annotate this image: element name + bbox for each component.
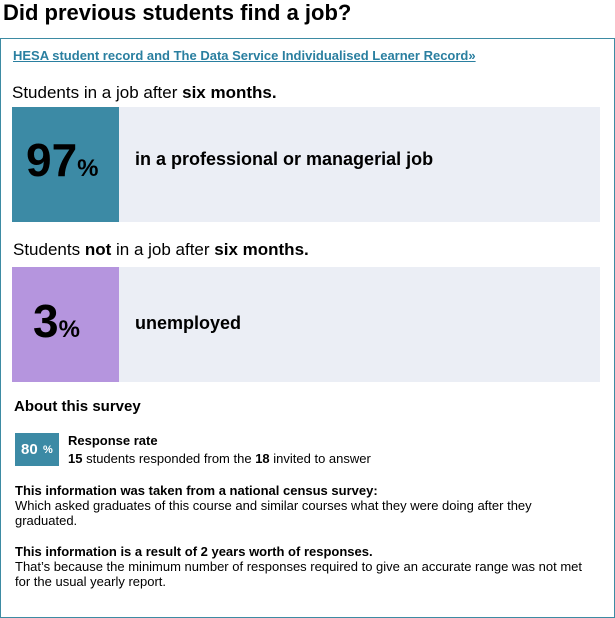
invited-count: 18: [255, 451, 270, 466]
page-title: Did previous students find a job?: [3, 0, 352, 25]
unemployed-stat-row: 3% unemployed: [12, 267, 600, 382]
response-rate-text-end: invited to answer: [269, 451, 371, 466]
response-rate-text-mid: students responded from the: [82, 451, 256, 466]
employed-heading-text: Students in a job after: [12, 83, 183, 102]
two-year-responses-lead: This information is a result of 2 years …: [15, 544, 373, 559]
census-survey-body: Which asked graduates of this course and…: [15, 498, 532, 528]
response-rate-detail: 15 students responded from the 18 invite…: [68, 451, 371, 466]
employed-heading-bold: six months.: [182, 83, 277, 102]
unemployed-value: 3: [33, 295, 59, 347]
census-survey-info: This information was taken from a nation…: [15, 483, 585, 528]
unemployed-label: unemployed: [135, 313, 242, 333]
employed-stat-row: 97% in a professional or managerial job: [12, 107, 600, 222]
unemployed-percent-sign: %: [58, 316, 80, 343]
employed-percentage: 97%: [26, 137, 99, 183]
unemployed-heading-pre: Students: [13, 240, 85, 259]
employed-percent-sign: %: [77, 155, 99, 182]
two-year-responses-info: This information is a result of 2 years …: [15, 544, 585, 589]
employed-label: in a professional or managerial job: [135, 149, 434, 169]
unemployed-heading-not: not: [84, 240, 112, 259]
census-survey-lead: This information was taken from a nation…: [15, 483, 378, 498]
source-link[interactable]: HESA student record and The Data Service…: [13, 48, 476, 63]
employed-value: 97: [26, 134, 78, 186]
unemployed-heading: Students not in a job after six months.: [13, 240, 309, 260]
employed-stat-box: 97%: [12, 107, 119, 222]
about-survey-heading: About this survey: [14, 398, 141, 415]
stats-panel: HESA student record and The Data Service…: [0, 38, 615, 618]
response-rate-badge: 80%: [15, 433, 59, 466]
response-rate-value: 80: [21, 441, 38, 458]
responded-count: 15: [68, 451, 83, 466]
response-rate-percent-sign: %: [43, 444, 53, 456]
unemployed-heading-bold: six months.: [214, 240, 309, 259]
unemployed-stat-box: 3%: [12, 267, 119, 382]
unemployed-heading-mid: in a job after: [111, 240, 215, 259]
two-year-responses-body: That’s because the minimum number of res…: [15, 559, 583, 589]
unemployed-percentage: 3%: [33, 298, 80, 344]
employed-heading: Students in a job after six months.: [12, 83, 277, 103]
response-rate-title: Response rate: [68, 433, 158, 448]
